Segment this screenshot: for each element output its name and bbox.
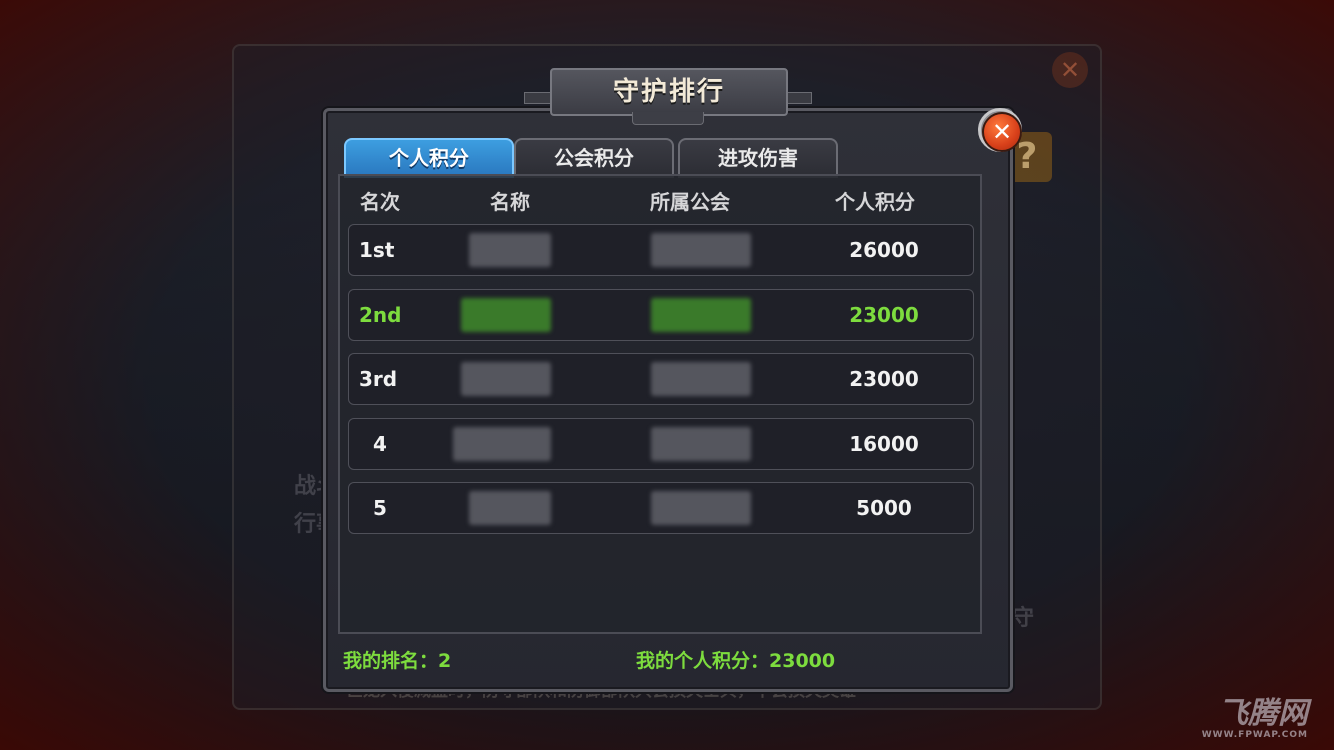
table-row[interactable]: 5 5000 (348, 482, 974, 534)
row-rank: 5 (373, 496, 387, 520)
title-tab-decoration (632, 112, 704, 125)
blurred-guild-name (651, 362, 751, 396)
row-score: 23000 (849, 303, 919, 327)
watermark-url: WWW.FPWAP.COM (1201, 730, 1308, 740)
header-rank: 名次 (360, 190, 400, 214)
tab-attack-damage[interactable]: 进攻伤害 (678, 138, 838, 178)
table-row-current-player[interactable]: 2nd 23000 (348, 289, 974, 341)
blurred-player-name (469, 491, 551, 525)
panel-title: 守护排行 (550, 68, 788, 116)
header-guild: 所属公会 (650, 190, 730, 214)
row-score: 16000 (849, 432, 919, 456)
blurred-guild-name (651, 427, 751, 461)
blurred-guild-name (651, 233, 751, 267)
table-row[interactable]: 4 16000 (348, 418, 974, 470)
close-button[interactable]: ✕ (968, 104, 1024, 152)
tab-guild-score[interactable]: 公会积分 (514, 138, 674, 178)
site-watermark: 飞腾网 WWW.FPWAP.COM (1202, 699, 1308, 740)
blurred-player-name (461, 362, 551, 396)
table-row[interactable]: 1st 26000 (348, 224, 974, 276)
row-score: 23000 (849, 367, 919, 391)
my-score-text: 我的个人积分：23000 (636, 650, 836, 672)
blurred-player-name (461, 298, 551, 332)
blurred-player-name (469, 233, 551, 267)
row-rank: 3rd (359, 367, 398, 391)
blurred-guild-name (651, 491, 751, 525)
watermark-logo: 飞腾网 (1218, 696, 1308, 731)
blurred-guild-name (651, 298, 751, 332)
background-text: 守 (1012, 606, 1035, 631)
row-score: 5000 (856, 496, 912, 520)
background-close-icon: ✕ (1052, 52, 1088, 88)
row-score: 26000 (849, 238, 919, 262)
table-row[interactable]: 3rd 23000 (348, 353, 974, 405)
blurred-player-name (453, 427, 551, 461)
header-score: 个人积分 (835, 190, 915, 214)
row-rank: 1st (359, 238, 395, 262)
row-rank: 4 (373, 432, 387, 456)
header-name: 名称 (490, 190, 530, 214)
my-rank-text: 我的排名：2 (343, 650, 452, 672)
row-rank: 2nd (359, 303, 402, 327)
tab-personal-score[interactable]: 个人积分 (344, 138, 514, 178)
close-icon: ✕ (982, 112, 1022, 152)
